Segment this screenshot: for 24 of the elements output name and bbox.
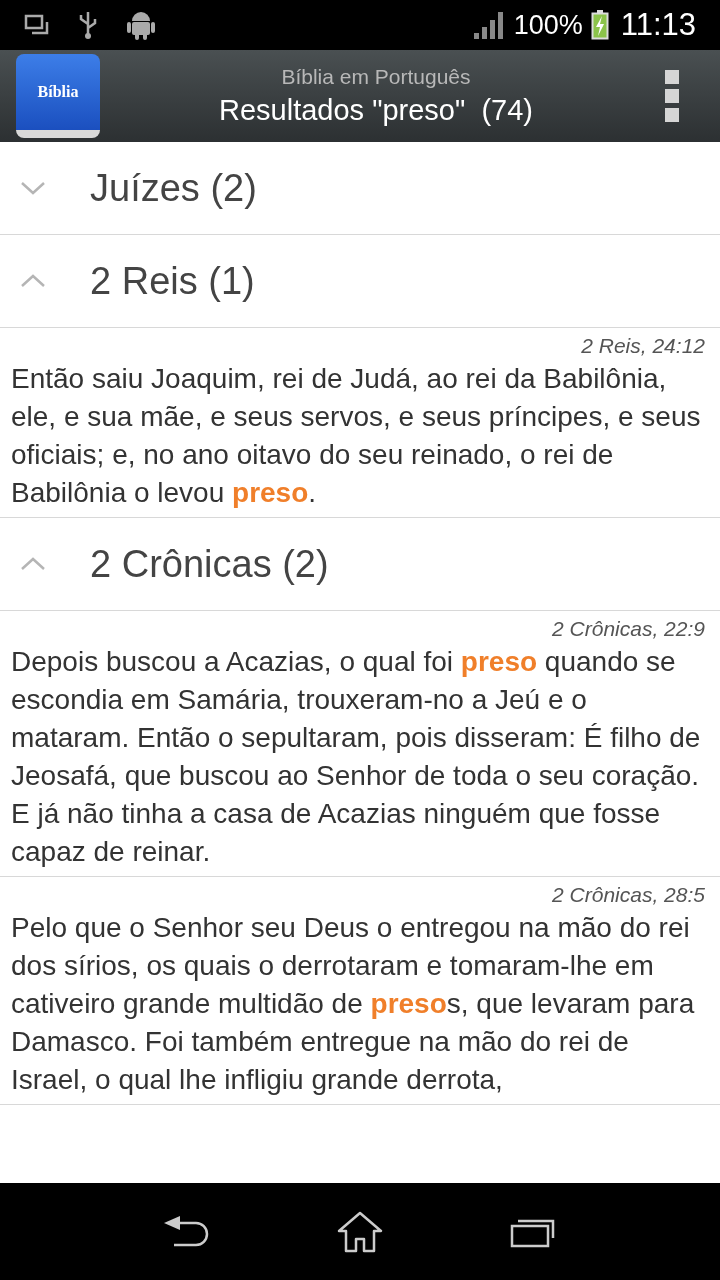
book-group-header[interactable]: 2 Crônicas (2)	[0, 518, 720, 611]
verse-text[interactable]: Pelo que o Senhor seu Deus o entregou na mão do rei dos sírios, os quais o derrotaram e tomaram-lhe em cativeiro grande multidão de presos, que levaram para Damasco. Foi também entregue na mão do rei de Israel, o qual lhe infligiu grande derrota,	[11, 909, 709, 1099]
battery-percent: 100%	[513, 8, 583, 42]
home-icon[interactable]	[337, 1210, 383, 1253]
clock: 11:13	[620, 5, 696, 44]
verse-text[interactable]: Então saiu Joaquim, rei de Judá, ao rei da Babilônia, ele, e sua mãe, e seus servos, e seus príncipes, e seus oficiais; e, no ano oitavo do seu reinado, o rei de Babilônia o levou preso.	[11, 360, 709, 512]
usb-icon	[78, 10, 98, 40]
verse-reference: 2 Reis, 24:12	[581, 333, 706, 359]
verse-text[interactable]: Depois buscou a Acazias, o qual foi preso quando se escondia em Samária, trouxeram-no a Jeú e o mataram. Então o sepultaram, pois disseram: É filho de Jeosafá, que buscou ao Senhor de toda o seu coração. E já não tinha a casa de Acazias ninguém que fosse capaz de reinar.	[11, 643, 709, 871]
signal-icon	[473, 11, 506, 39]
app-title: Resultados "preso" (74)	[219, 93, 533, 128]
bible-app-icon[interactable]: Bíblia	[16, 54, 100, 138]
verse-reference: 2 Crônicas, 28:5	[552, 882, 706, 908]
app-subtitle: Bíblia em Português	[281, 64, 471, 90]
book-group-header[interactable]: 2 Reis (1)	[0, 235, 720, 328]
chevron-down-icon	[20, 181, 46, 195]
screens-icon	[24, 13, 50, 37]
verse-reference: 2 Crônicas, 22:9	[552, 616, 706, 642]
back-icon[interactable]	[163, 1214, 210, 1249]
chevron-up-icon	[20, 557, 46, 571]
book-group-header[interactable]: Juízes (2)	[0, 142, 720, 235]
android-icon	[126, 9, 156, 41]
chevron-up-icon	[20, 274, 46, 288]
battery-charging-icon	[590, 10, 609, 40]
